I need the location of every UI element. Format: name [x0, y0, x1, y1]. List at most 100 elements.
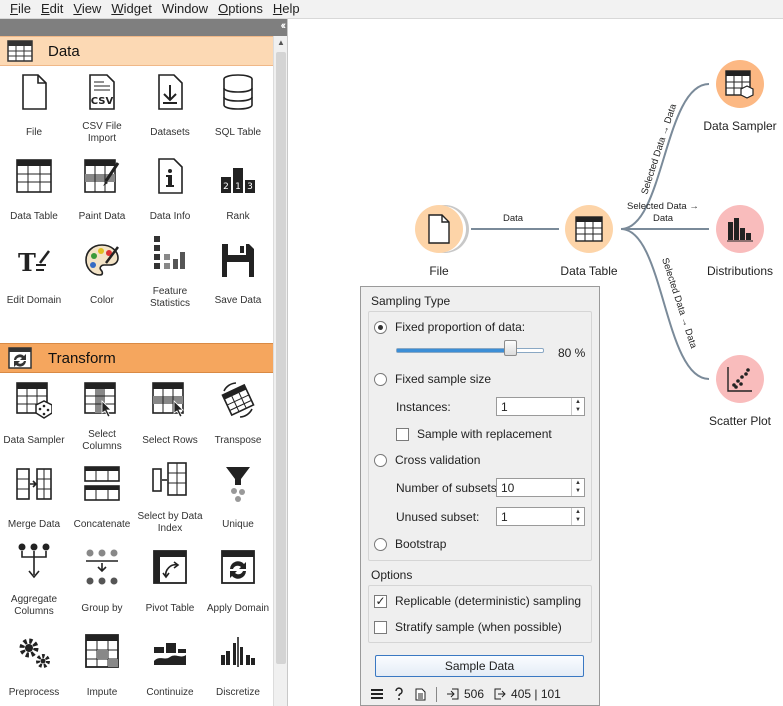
widget-merge-data[interactable]: Merge Data: [0, 458, 68, 542]
node-distributions-label: Distributions: [706, 264, 774, 278]
report-icon[interactable]: [415, 688, 426, 701]
menu-view[interactable]: View: [68, 0, 106, 19]
widget-color[interactable]: Color: [68, 234, 136, 318]
widget-sql-table[interactable]: SQL Table: [204, 66, 272, 150]
widget-impute[interactable]: Impute: [68, 626, 136, 706]
category-data-header[interactable]: Data: [0, 36, 273, 66]
spinbox-arrows-icon[interactable]: ▲ ▼: [571, 508, 584, 525]
replicable-sampling-checkbox[interactable]: ✓: [374, 594, 387, 608]
scrollbar-thumb[interactable]: [276, 52, 286, 664]
widget-transpose[interactable]: Transpose: [204, 374, 272, 458]
node-distributions[interactable]: Distributions: [690, 205, 783, 278]
instances-label: Instances:: [396, 400, 451, 414]
stratify-sample-checkbox[interactable]: [374, 620, 387, 634]
fixed-proportion-option[interactable]: Fixed proportion of data:: [374, 320, 525, 334]
widget-label: Datasets: [150, 127, 190, 138]
widget-label: Continuize: [146, 687, 194, 698]
widget-unique[interactable]: Unique: [204, 458, 272, 542]
toolbox-scrollbar[interactable]: ▲: [273, 36, 287, 706]
widget-select-rows[interactable]: Select Rows: [136, 374, 204, 458]
widget-apply-domain[interactable]: Apply Domain: [204, 542, 272, 626]
widget-data-table[interactable]: Data Table: [0, 150, 68, 234]
bootstrap-option[interactable]: Bootstrap: [374, 537, 446, 551]
widget-datasets[interactable]: Datasets: [136, 66, 204, 150]
node-data-sampler[interactable]: Data Sampler: [690, 60, 783, 133]
cross-validation-option[interactable]: Cross validation: [374, 453, 480, 467]
fixed-sample-size-option[interactable]: Fixed sample size: [374, 372, 491, 386]
spinbox-arrows-icon[interactable]: ▲ ▼: [571, 479, 584, 496]
menu-window[interactable]: Window: [157, 0, 213, 19]
pivot-icon: [153, 550, 187, 584]
sample-with-replacement-option[interactable]: Sample with replacement: [396, 427, 552, 441]
widget-label: Discretize: [216, 687, 260, 698]
widget-aggregate-columns[interactable]: Aggregate Columns: [0, 542, 68, 626]
widget-pivot-table[interactable]: Pivot Table: [136, 542, 204, 626]
widget-label: Data Info: [149, 211, 191, 222]
widget-csv-file-import[interactable]: CSV CSV File Import: [68, 66, 136, 150]
scroll-up-arrow-icon[interactable]: ▲: [277, 38, 285, 47]
widget-select-columns[interactable]: Select Columns: [68, 374, 136, 458]
menu-file[interactable]: File: [0, 0, 36, 19]
stratify-sample-option[interactable]: Stratify sample (when possible): [374, 620, 562, 634]
widget-concatenate[interactable]: Concatenate: [68, 458, 136, 542]
hamburger-menu-icon[interactable]: [371, 688, 383, 700]
collapse-toolbox-icon[interactable]: ‹‹: [281, 20, 287, 32]
node-scatter-plot[interactable]: Scatter Plot: [690, 355, 783, 428]
replicable-sampling-option[interactable]: ✓ Replicable (deterministic) sampling: [374, 594, 581, 608]
widget-edit-domain[interactable]: T Edit Domain: [0, 234, 68, 318]
widget-group-by[interactable]: Group by: [68, 542, 136, 626]
widget-file[interactable]: File: [0, 66, 68, 150]
unused-subset-spinbox[interactable]: 1 ▲ ▼: [496, 507, 585, 526]
widget-select-by-data-index[interactable]: Select by Data Index: [136, 458, 204, 542]
node-scatter-plot-icon-circle[interactable]: [716, 355, 764, 403]
category-transform-header[interactable]: Transform: [0, 343, 273, 373]
widget-continuize[interactable]: Continuize: [136, 626, 204, 706]
node-distributions-icon-circle[interactable]: [716, 205, 764, 253]
widget-label: Pivot Table: [145, 603, 195, 614]
proportion-slider[interactable]: [396, 348, 544, 353]
node-file[interactable]: File: [389, 205, 489, 278]
replicable-sampling-label: Replicable (deterministic) sampling: [395, 594, 582, 608]
widget-feature-statistics[interactable]: Feature Statistics: [136, 234, 204, 318]
cross-validation-radio[interactable]: [374, 453, 387, 467]
widget-preprocess[interactable]: Preprocess: [0, 626, 68, 706]
node-data-table[interactable]: Data Table: [539, 205, 639, 278]
output-count: 405 | 101: [511, 687, 561, 701]
gears-icon: [19, 638, 50, 668]
file-icon: [22, 74, 47, 110]
sample-with-replacement-checkbox[interactable]: [396, 427, 409, 441]
fixed-proportion-radio[interactable]: [374, 320, 387, 334]
menu-edit[interactable]: Edit: [36, 0, 68, 19]
sample-data-button[interactable]: Sample Data: [375, 655, 584, 677]
menu-options[interactable]: Options: [213, 0, 268, 19]
widget-save-data[interactable]: Save Data: [204, 234, 272, 318]
instances-spinbox[interactable]: 1 ▲ ▼: [496, 397, 585, 416]
fixed-sample-size-radio[interactable]: [374, 372, 387, 386]
node-data-table-icon-circle[interactable]: [565, 205, 613, 253]
info-icon: [158, 158, 183, 194]
widget-label: Aggregate Columns: [10, 594, 58, 617]
scatter-icon: [727, 367, 752, 392]
widget-data-sampler[interactable]: Data Sampler: [0, 374, 68, 458]
menu-widget[interactable]: Widget: [106, 0, 156, 19]
group-by-icon: [86, 549, 118, 585]
link-label-distributions-line2: Data: [653, 213, 674, 224]
widget-paint-data[interactable]: Paint Data: [68, 150, 136, 234]
widget-label: Data Sampler: [3, 435, 65, 446]
widget-rank[interactable]: 213 Rank: [204, 150, 272, 234]
toolbox-content: Data File CSV CSV File Import Datasets S…: [0, 36, 273, 706]
bootstrap-radio[interactable]: [374, 537, 387, 551]
spinbox-arrows-icon[interactable]: ▲ ▼: [571, 398, 584, 415]
widget-discretize[interactable]: Discretize: [204, 626, 272, 706]
input-icon: [447, 688, 459, 700]
node-data-sampler-icon-circle[interactable]: [716, 60, 764, 108]
menu-help[interactable]: Help: [268, 0, 305, 19]
number-of-subsets-spinbox[interactable]: 10 ▲ ▼: [496, 478, 585, 497]
node-file-icon-circle[interactable]: [415, 205, 463, 253]
link-label-data-table-data-sampler: Selected Data → Data: [639, 102, 679, 196]
widget-label: File: [25, 127, 43, 138]
widget-data-info[interactable]: Data Info: [136, 150, 204, 234]
help-icon[interactable]: [393, 687, 405, 701]
discretize-icon: [221, 637, 255, 667]
proportion-slider-handle[interactable]: [504, 340, 517, 356]
